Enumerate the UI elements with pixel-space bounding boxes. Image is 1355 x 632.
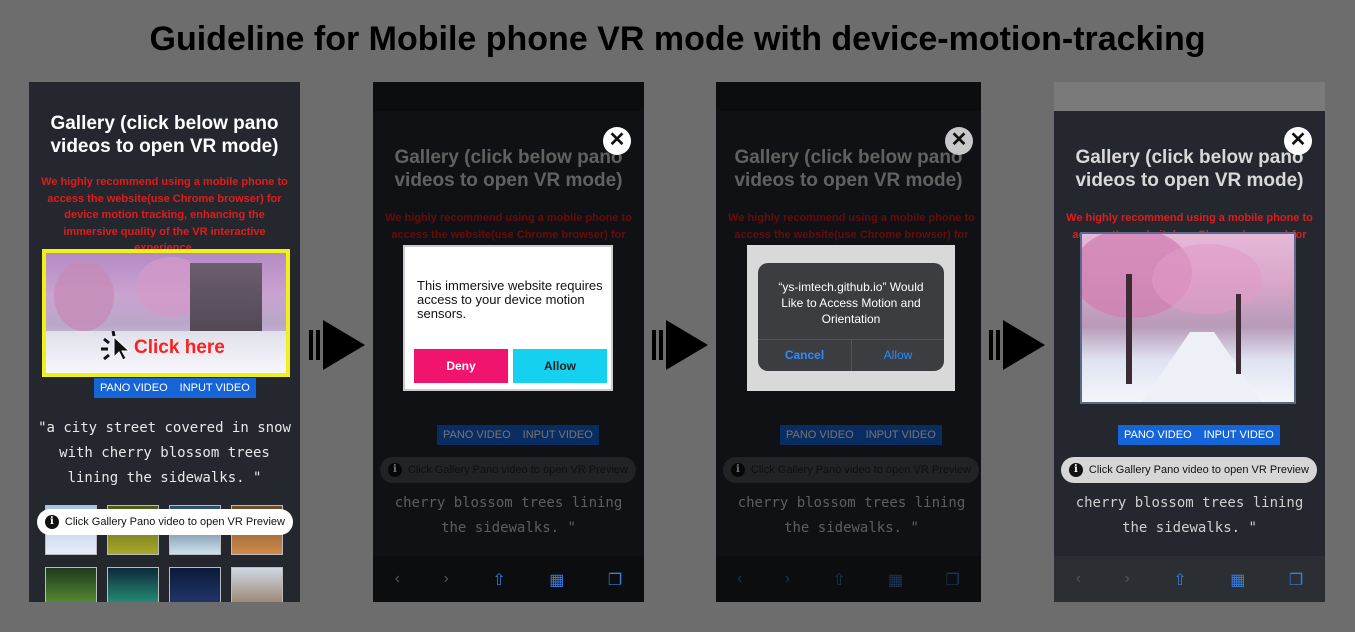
phone-screen-ios-alert: Gallery (click below pano videos to open… [716,82,981,602]
back-icon[interactable]: ‹ [737,570,742,590]
tabs-icon[interactable]: ❐ [1289,570,1303,590]
click-here-label: Click here [134,337,225,358]
allow-button[interactable]: Allow [513,349,607,383]
tab-pano-video[interactable]: PANO VIDEO [94,378,174,398]
prompt-text: "a city street covered in snow with cher… [38,420,291,486]
pano-video-thumbnail[interactable]: Click here [42,249,290,377]
gallery-item[interactable] [107,567,159,602]
close-icon[interactable]: ✕ [1284,127,1312,155]
arrow-right-icon [309,320,365,370]
gallery-title: Gallery (click below pano videos to open… [50,113,279,157]
browser-top-bar [1054,82,1325,111]
bookmarks-icon[interactable]: ▦ [1230,570,1245,590]
forward-icon[interactable]: › [1125,570,1130,590]
recommendation-text: We highly recommend using a mobile phone… [41,176,288,254]
cursor-click-icon [101,331,131,361]
video-tabs: PANO VIDEO INPUT VIDEO [1118,425,1280,445]
tab-pano-video[interactable]: PANO VIDEO [1118,425,1198,445]
ios-motion-alert: “ys-imtech.github.io” Would Like to Acce… [758,263,944,371]
bookmarks-icon[interactable]: ▦ [888,570,903,590]
vr-panorama-view[interactable] [1080,232,1296,404]
share-icon[interactable]: ⇧ [492,570,505,590]
tab-input-video[interactable]: INPUT VIDEO [173,378,256,398]
arrow-right-icon [652,320,708,370]
permission-dialog-text: This immersive website requires access t… [417,278,603,321]
gallery-item[interactable] [231,567,283,602]
gallery-item[interactable] [169,567,221,602]
prompt-text: cherry blossom trees lining the sidewalk… [1075,495,1304,536]
tab-input-video[interactable]: INPUT VIDEO [1197,425,1280,445]
motion-permission-dialog: This immersive website requires access t… [403,245,613,391]
close-icon[interactable]: ✕ [603,127,631,155]
ios-cancel-button[interactable]: Cancel [758,339,851,371]
share-icon[interactable]: ⇧ [832,570,845,590]
browser-nav: ‹ › ⇧ ▦ ❐ [716,570,981,590]
close-icon[interactable]: ✕ [945,127,973,155]
info-icon: i [45,515,59,529]
bookmarks-icon[interactable]: ▦ [549,570,564,590]
vr-preview-tip-text: Click Gallery Pano video to open VR Prev… [1088,464,1309,476]
ios-allow-button[interactable]: Allow [852,339,944,371]
vr-preview-tip: i Click Gallery Pano video to open VR Pr… [37,509,293,535]
phone-screen-vr-mode: Gallery (click below pano videos to open… [1054,82,1325,602]
info-icon: i [1069,463,1083,477]
forward-icon[interactable]: › [785,570,790,590]
back-icon[interactable]: ‹ [1076,570,1081,590]
deny-button[interactable]: Deny [414,349,508,383]
phone-screen-permission: Gallery (click below pano videos to open… [373,82,644,602]
back-icon[interactable]: ‹ [395,570,400,590]
arrow-right-icon [989,320,1045,370]
page-title: Guideline for Mobile phone VR mode with … [149,20,1206,58]
ios-alert-text: “ys-imtech.github.io” Would Like to Acce… [778,280,924,326]
gallery-item[interactable] [45,567,97,602]
tabs-icon[interactable]: ❐ [945,570,959,590]
gallery-title: Gallery (click below pano videos to open… [1075,147,1304,191]
forward-icon[interactable]: › [444,570,449,590]
share-icon[interactable]: ⇧ [1173,570,1186,590]
browser-nav: ‹ › ⇧ ▦ ❐ [373,570,644,590]
phone-screen-gallery: Gallery (click below pano videos to open… [29,82,300,602]
vr-preview-tip: i Click Gallery Pano video to open VR Pr… [1061,457,1317,483]
vr-preview-tip-text: Click Gallery Pano video to open VR Prev… [64,516,285,528]
tabs-icon[interactable]: ❐ [608,570,622,590]
browser-nav: ‹ › ⇧ ▦ ❐ [1054,570,1325,590]
video-tabs: PANO VIDEO INPUT VIDEO [94,378,256,398]
